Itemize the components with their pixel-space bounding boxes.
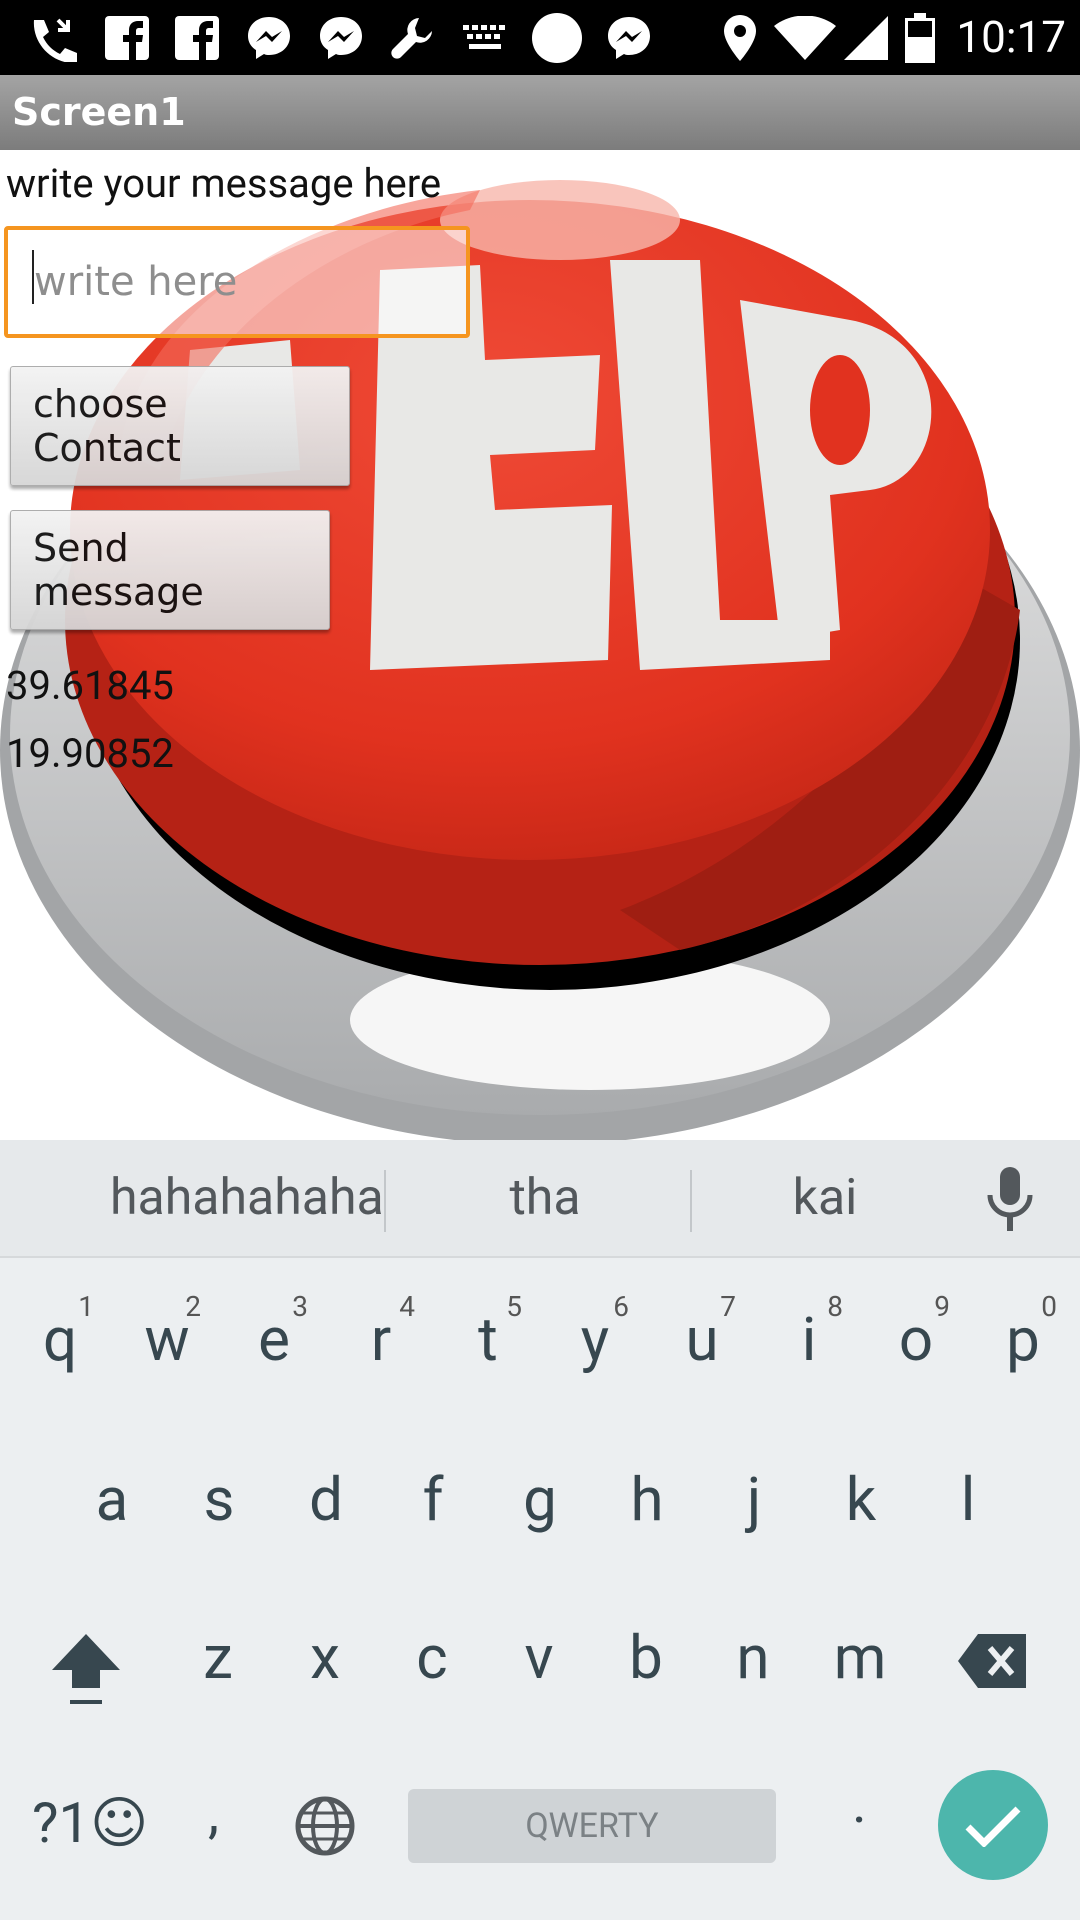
longitude-text: 19.90852 (6, 730, 174, 777)
key-hint: 5 (506, 1290, 522, 1323)
text-cursor (32, 250, 34, 304)
key-label: e (258, 1304, 290, 1375)
key-label: q (42, 1304, 78, 1375)
key-k[interactable]: k (813, 1425, 909, 1575)
key-label: r (370, 1304, 392, 1375)
microphone-icon[interactable] (980, 1165, 1040, 1235)
suggestion-item[interactable]: kai (710, 1140, 940, 1256)
title-bar: Screen1 (0, 75, 1080, 150)
wifi-icon (772, 0, 838, 75)
key-r[interactable]: r4 (333, 1265, 429, 1415)
key-hint: 0 (1041, 1290, 1057, 1323)
latitude-text: 39.61845 (6, 662, 174, 709)
signal-icon (842, 0, 890, 75)
suggestion-item[interactable]: hahahahaha (110, 1140, 384, 1256)
key-l[interactable]: l (920, 1425, 1016, 1575)
key-hint: 8 (827, 1290, 843, 1323)
key-a[interactable]: a (64, 1425, 160, 1575)
key-label: i (801, 1304, 817, 1375)
messenger-icon (604, 0, 654, 75)
shift-icon[interactable] (48, 1630, 124, 1710)
key-label: y (580, 1304, 610, 1375)
key-c[interactable]: c (384, 1583, 480, 1733)
key-u[interactable]: u7 (654, 1265, 750, 1415)
done-key[interactable] (938, 1770, 1048, 1880)
key-d[interactable]: d (278, 1425, 374, 1575)
key-label: w (144, 1304, 190, 1375)
key-hint: 1 (78, 1290, 94, 1323)
messenger-icon (244, 0, 294, 75)
key-s[interactable]: s (171, 1425, 267, 1575)
key-p[interactable]: p0 (975, 1265, 1071, 1415)
key-label: u (685, 1304, 719, 1375)
key-hint: 3 (292, 1290, 308, 1323)
key-label: p (1006, 1304, 1040, 1375)
suggestion-strip: hahahahaha tha kai (0, 1140, 1080, 1258)
status-bar: 10:17 (0, 0, 1080, 75)
period-key[interactable]: . (852, 1770, 867, 1836)
key-e[interactable]: e3 (226, 1265, 322, 1415)
choose-contact-label: choose Contact (33, 382, 181, 470)
key-q[interactable]: q1 (12, 1265, 108, 1415)
symbols-key[interactable]: ?1☺ (32, 1790, 148, 1856)
missed-call-icon (22, 0, 84, 75)
key-i[interactable]: i8 (761, 1265, 857, 1415)
key-n[interactable]: n (705, 1583, 801, 1733)
choose-contact-button[interactable]: choose Contact (10, 366, 350, 486)
send-message-label: Send message (33, 526, 204, 614)
key-o[interactable]: o9 (868, 1265, 964, 1415)
key-hint: 6 (613, 1290, 629, 1323)
checkmark-icon (965, 1806, 1021, 1847)
facebook-icon (104, 0, 150, 75)
key-v[interactable]: v (491, 1583, 587, 1733)
space-bar[interactable]: QWERTY (408, 1789, 776, 1863)
suggestion-item[interactable]: tha (400, 1140, 690, 1256)
screen-content: write your message here choose Contact S… (0, 150, 1080, 1140)
key-m[interactable]: m (812, 1583, 908, 1733)
key-h[interactable]: h (599, 1425, 695, 1575)
circle-icon (530, 0, 584, 75)
key-w[interactable]: w2 (119, 1265, 215, 1415)
key-j[interactable]: j (706, 1425, 802, 1575)
screen-title: Screen1 (12, 90, 186, 134)
globe-icon[interactable] (294, 1795, 356, 1857)
key-hint: 2 (185, 1290, 201, 1323)
battery-icon (904, 0, 936, 75)
key-y[interactable]: y6 (547, 1265, 643, 1415)
location-icon (722, 0, 758, 75)
key-t[interactable]: t5 (440, 1265, 536, 1415)
clock: 10:17 (956, 11, 1066, 63)
key-b[interactable]: b (598, 1583, 694, 1733)
message-input[interactable] (4, 226, 470, 338)
key-f[interactable]: f (385, 1425, 481, 1575)
key-label: o (898, 1304, 934, 1375)
key-x[interactable]: x (277, 1583, 373, 1733)
key-hint: 9 (934, 1290, 950, 1323)
messenger-icon (316, 0, 366, 75)
suggestion-divider (690, 1170, 692, 1232)
message-label: write your message here (6, 160, 442, 207)
wrench-icon (388, 0, 438, 75)
backspace-icon[interactable] (956, 1632, 1030, 1690)
comma-key[interactable]: , (208, 1780, 219, 1846)
key-g[interactable]: g (492, 1425, 588, 1575)
suggestion-divider (384, 1170, 386, 1232)
send-message-button[interactable]: Send message (10, 510, 330, 630)
key-hint: 7 (720, 1290, 736, 1323)
key-label: t (478, 1304, 498, 1375)
facebook-icon (174, 0, 220, 75)
keyboard-icon (462, 0, 510, 75)
soft-keyboard: hahahahaha tha kai q1w2e3r4t5y6u7i8o9p0 … (0, 1140, 1080, 1920)
key-hint: 4 (399, 1290, 415, 1323)
key-z[interactable]: z (170, 1583, 266, 1733)
